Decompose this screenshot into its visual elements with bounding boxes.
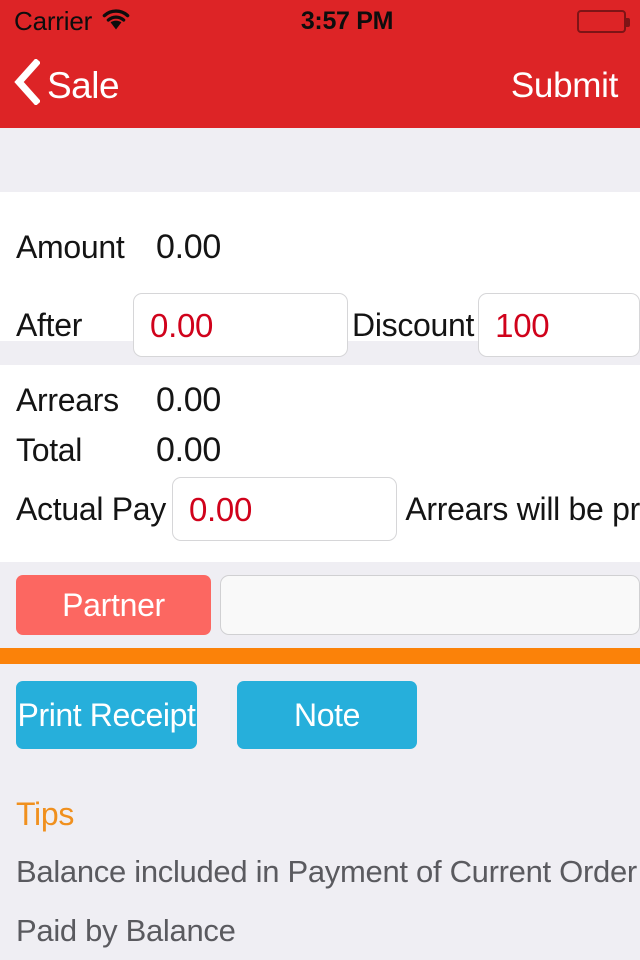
amount-label: Amount: [16, 229, 125, 265]
totals-section: Arrears 0.00 Total 0.00 Actual Pay 0.00 …: [0, 365, 640, 562]
arrears-value: 0.00: [156, 381, 221, 419]
print-receipt-button[interactable]: Print Receipt: [16, 681, 197, 749]
status-bar-right: [577, 9, 630, 33]
action-button-row: Print Receipt Note: [0, 681, 640, 749]
after-label: After: [16, 307, 83, 343]
tips-line: Balance included in Payment of Current O…: [16, 854, 637, 889]
note-button[interactable]: Note: [237, 681, 417, 749]
arrears-hint-text: Arrears will be pr: [405, 491, 640, 527]
amount-value: 0.00: [156, 228, 221, 266]
carrier-label: Carrier: [14, 6, 93, 36]
total-label: Total: [16, 432, 83, 468]
sale-screen: Carrier 3:57 PM Sale Submit Amount 0.00 …: [0, 0, 640, 960]
tips-line: Paid by Balance: [16, 913, 236, 948]
submit-button[interactable]: Submit: [511, 68, 618, 103]
back-button[interactable]: Sale: [14, 57, 120, 112]
partner-button[interactable]: Partner: [16, 575, 211, 635]
clock-label: 3:57 PM: [300, 6, 394, 35]
amount-row: Amount 0.00: [0, 230, 640, 264]
chevron-left-icon: [14, 57, 41, 110]
amount-section: Amount 0.00 After 0.00 Discount 100: [0, 192, 640, 357]
arrears-label: Arrears: [16, 382, 119, 418]
status-bar-left: Carrier: [14, 8, 131, 35]
after-input[interactable]: 0.00: [133, 293, 349, 357]
arrears-row: Arrears 0.00: [0, 383, 640, 417]
status-bar: Carrier 3:57 PM: [0, 0, 640, 42]
actual-pay-input[interactable]: 0.00: [171, 477, 398, 541]
partner-input[interactable]: [220, 575, 640, 635]
total-row: Total 0.00: [0, 433, 640, 467]
tips-title: Tips: [16, 796, 75, 832]
orange-divider: [0, 648, 640, 664]
battery-full-icon: [577, 9, 630, 33]
after-discount-row: After 0.00 Discount 100: [0, 293, 640, 357]
partner-row: Partner: [0, 574, 640, 636]
navigation-bar: Sale Submit: [0, 42, 640, 128]
discount-label: Discount: [352, 307, 475, 343]
tips-section: Tips Balance included in Payment of Curr…: [0, 798, 640, 960]
discount-input[interactable]: 100: [478, 293, 640, 357]
back-button-label: Sale: [47, 64, 120, 106]
top-spacer: [0, 128, 640, 192]
actual-pay-label: Actual Pay: [16, 491, 166, 527]
actual-pay-row: Actual Pay 0.00 Arrears will be pr: [0, 477, 640, 541]
total-value: 0.00: [156, 431, 221, 469]
